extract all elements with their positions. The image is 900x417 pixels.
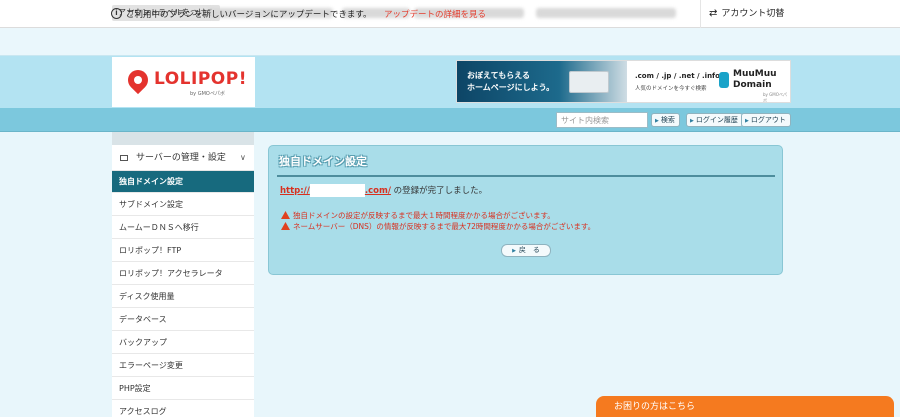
sidebar-item-subdomain[interactable]: サブドメイン設定 xyxy=(112,194,254,216)
search-button[interactable]: ▶ 検索 xyxy=(651,113,680,127)
banner-brand-1: MuuMuu xyxy=(733,69,777,79)
help-tab[interactable]: お困りの方はこちら xyxy=(596,396,894,417)
sidebar-section-server-settings[interactable]: サーバーの管理・設定 ∨ xyxy=(112,145,254,171)
warning-text: 独自ドメインの設定が反映するまで最大１時間程度かかる場合がございます。 xyxy=(293,211,555,220)
sidebar-item-error-page[interactable]: エラーページ変更 xyxy=(112,355,254,377)
arrow-right-icon: ▶ xyxy=(745,118,749,124)
sidebar-item-database[interactable]: データベース xyxy=(112,309,254,331)
sidebar-item-custom-domain[interactable]: 独自ドメイン設定 xyxy=(112,171,254,193)
sidebar-item-access-log[interactable]: アクセスログ xyxy=(112,401,254,417)
account-switch-label: アカウント切替 xyxy=(721,9,785,19)
page-title: 独自ドメイン設定 xyxy=(279,155,367,168)
logo-by-text: by GMOペパボ xyxy=(190,91,225,97)
domain-suffix: .com/ xyxy=(364,186,391,196)
back-button[interactable]: ▶ 戻 る xyxy=(501,244,551,257)
logout-button[interactable]: ▶ ログアウト xyxy=(741,113,791,127)
banner-brand-by: by GMOペパボ xyxy=(763,92,787,103)
domain-registration-message: http:// .com/ の登録が完了しました。 xyxy=(280,184,487,197)
completion-text: の登録が完了しました。 xyxy=(393,186,488,196)
login-history-label: ログイン履歴 xyxy=(695,116,738,124)
search-button-label: 検索 xyxy=(660,116,675,124)
warning-triangle-icon xyxy=(281,222,290,230)
info-circle-icon: i xyxy=(111,8,122,19)
blurred-account-info xyxy=(536,8,676,18)
sidebar-item-php-settings[interactable]: PHP設定 xyxy=(112,378,254,400)
arrow-right-icon: ▶ xyxy=(690,118,694,124)
warning-text: ネームサーバー（DNS）の情報が反映するまで最大72時間程度かかる場合がございま… xyxy=(293,222,596,231)
server-icon xyxy=(120,154,128,161)
logo-text: LOLIPOP! xyxy=(154,69,247,89)
laptop-illustration xyxy=(569,71,609,93)
site-search-input[interactable] xyxy=(556,112,648,128)
update-details-link[interactable]: アップデートの詳細を見る xyxy=(384,8,486,20)
back-button-label: 戻 る xyxy=(518,246,540,254)
muumuu-domain-banner[interactable]: おぼえてもらえる ホームページにしよう。 .com / .jp / .net /… xyxy=(456,60,791,103)
title-divider xyxy=(277,175,775,177)
chevron-down-icon: ∨ xyxy=(240,153,246,162)
banner-subtext: 人気のドメインを今すぐ検索 xyxy=(635,86,707,92)
domain-prefix: http:// xyxy=(280,186,310,196)
login-history-button[interactable]: ▶ ログイン履歴 xyxy=(686,113,743,127)
sidebar-item-backup[interactable]: バックアップ xyxy=(112,332,254,354)
sidebar-item-ftp[interactable]: ロリポップ！FTP xyxy=(112,240,254,262)
account-switch-button[interactable]: ⇄ アカウント切替 xyxy=(700,0,790,28)
banner-tlds: .com / .jp / .net / .info xyxy=(635,72,720,80)
logout-label: ログアウト xyxy=(750,116,786,124)
update-notice-text: ご利用中のプランを新しいバージョンにアップデートできます。 xyxy=(126,10,372,20)
swap-arrows-icon: ⇄ xyxy=(709,8,718,19)
warning-domain-propagation: 独自ドメインの設定が反映するまで最大１時間程度かかる場合がございます。 xyxy=(281,210,555,221)
banner-headline-1: おぼえてもらえる xyxy=(467,71,530,80)
warning-dns-propagation: ネームサーバー（DNS）の情報が反映するまで最大72時間程度かかる場合がございま… xyxy=(281,221,595,232)
arrow-right-icon: ▶ xyxy=(512,248,516,254)
banner-headline-2: ホームページにしよう。 xyxy=(467,83,555,92)
muumuu-logo-icon xyxy=(719,72,729,88)
update-notice-bar xyxy=(0,28,900,56)
arrow-right-icon: ▶ xyxy=(655,118,659,124)
sidebar-item-disk-usage[interactable]: ディスク使用量 xyxy=(112,286,254,308)
sidebar-section-title: サーバーの管理・設定 xyxy=(136,153,226,163)
sidebar-item-muumuu-dns[interactable]: ムームーＤＮＳへ移行 xyxy=(112,217,254,239)
redacted-domain-name xyxy=(309,184,365,197)
warning-triangle-icon xyxy=(281,211,290,219)
sidebar-top-strip xyxy=(112,132,254,145)
banner-brand-2: Domain xyxy=(733,80,772,90)
sidebar-item-accelerator[interactable]: ロリポップ！アクセラレータ xyxy=(112,263,254,285)
